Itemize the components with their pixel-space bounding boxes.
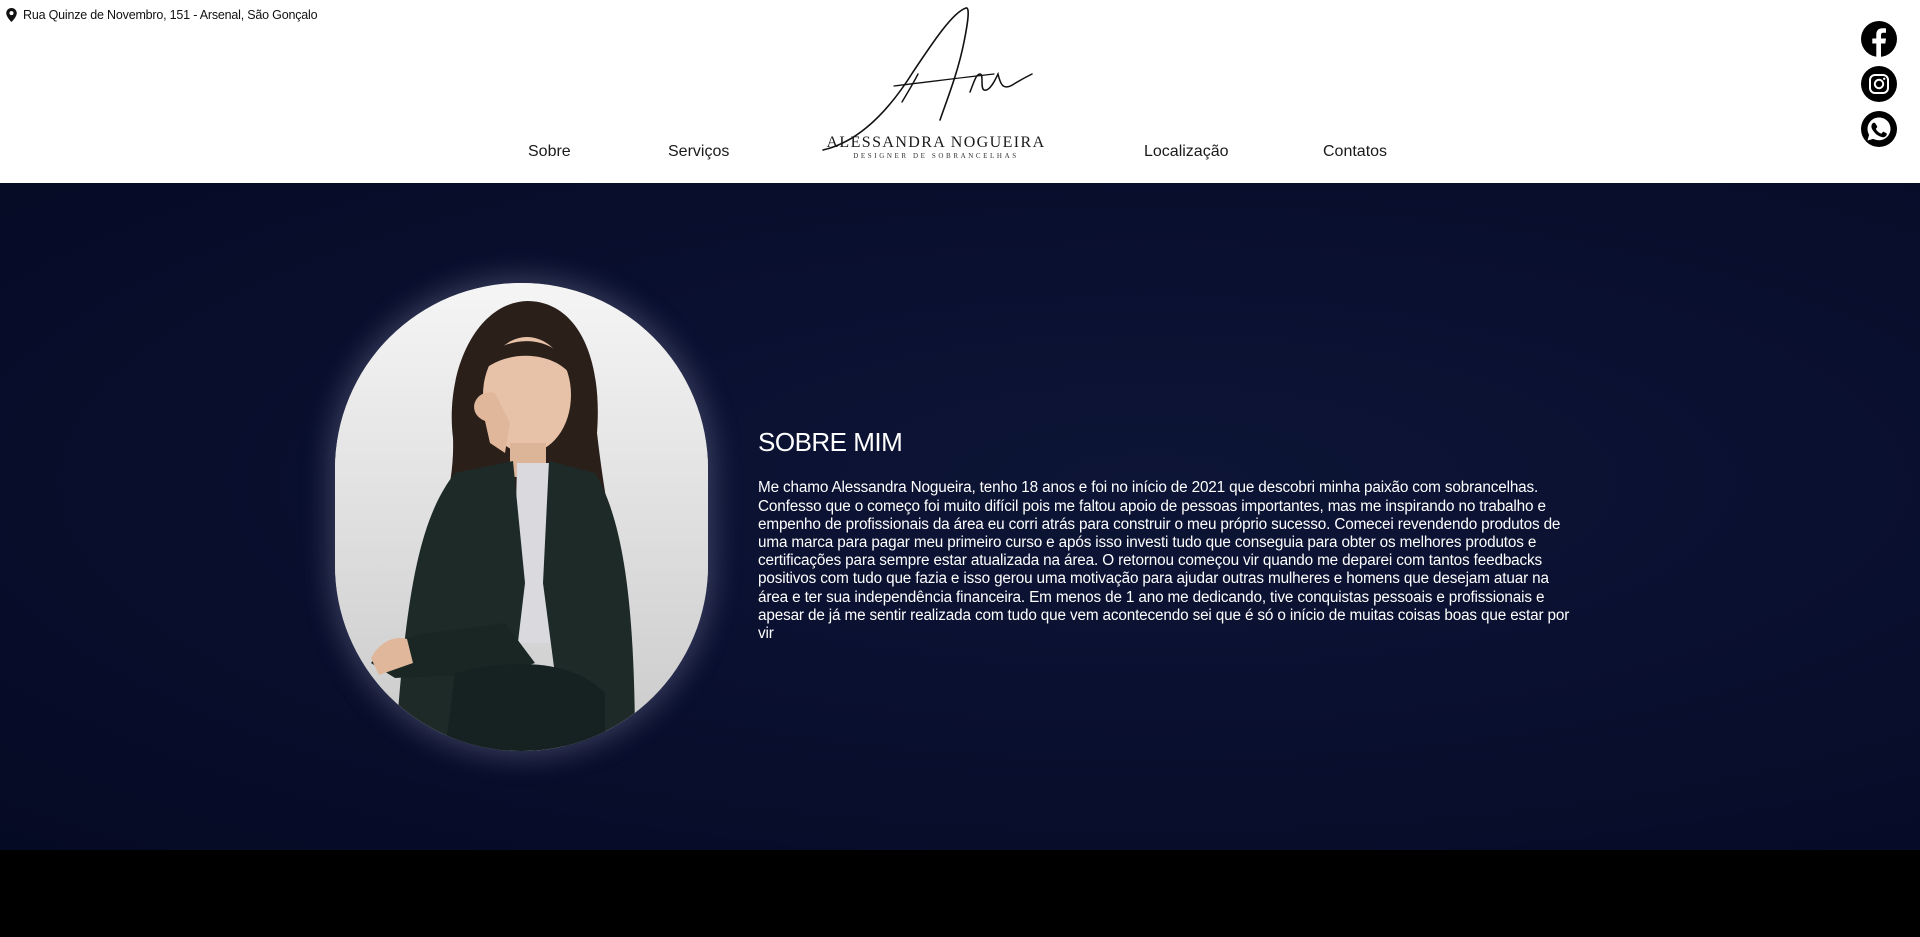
nav-link-sobre[interactable]: Sobre: [528, 143, 571, 161]
about-title: SOBRE MIM: [758, 426, 903, 457]
scrollbar-track: [1913, 0, 1920, 183]
nav-link-localizacao[interactable]: Localização: [1144, 143, 1229, 161]
brand-name: ALESSANDRA NOGUEIRA: [826, 134, 1046, 151]
brand-subtitle: DESIGNER DE SOBRANCELHAS: [853, 152, 1019, 160]
address-text: Rua Quinze de Novembro, 151 - Arsenal, S…: [23, 8, 318, 22]
about-text: Me chamo Alessandra Nogueira, tenho 18 a…: [758, 479, 1570, 642]
nav-link-contatos[interactable]: Contatos: [1323, 143, 1387, 161]
monogram-signature: [822, 7, 1033, 151]
site-header: Rua Quinze de Novembro, 151 - Arsenal, S…: [0, 0, 1913, 183]
nav-link-servicos[interactable]: Serviços: [668, 143, 729, 161]
address: Rua Quinze de Novembro, 151 - Arsenal, S…: [6, 7, 318, 23]
brand-logo[interactable]: ALESSANDRA NOGUEIRA DESIGNER DE SOBRANCE…: [818, 2, 1054, 164]
facebook-icon[interactable]: [1861, 21, 1897, 57]
footer: [0, 850, 1920, 937]
map-pin-icon: [6, 8, 17, 22]
profile-photo: [335, 283, 708, 751]
instagram-icon[interactable]: [1861, 66, 1897, 102]
whatsapp-icon[interactable]: [1861, 111, 1897, 147]
